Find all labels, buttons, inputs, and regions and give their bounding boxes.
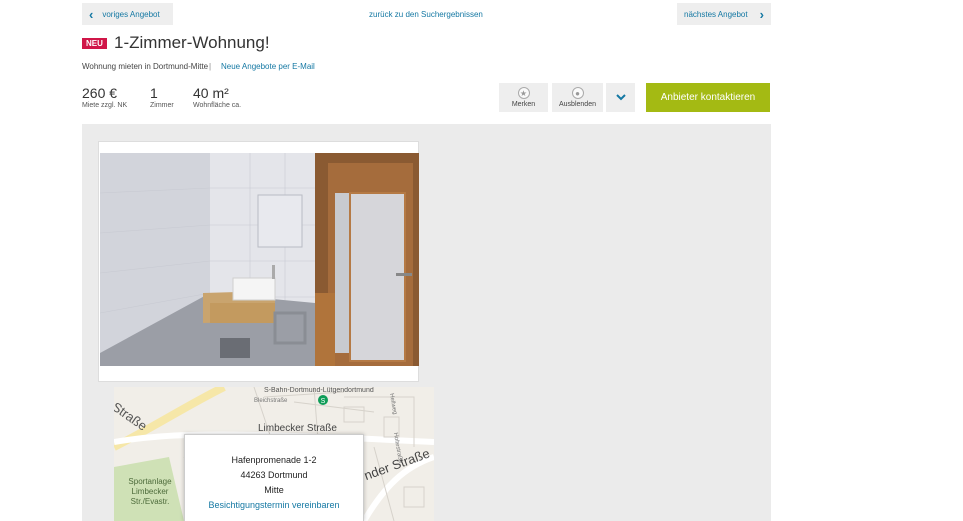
lock-icon: ● bbox=[571, 87, 584, 99]
listing-subtitle: Wohnung mieten in Dortmund-Mitte bbox=[82, 62, 209, 71]
map-park-line: Limbecker bbox=[131, 487, 169, 496]
more-options-button[interactable] bbox=[606, 83, 635, 112]
address-street: Hafenpromenade 1-2 bbox=[231, 455, 317, 465]
chevron-left-icon: ‹ bbox=[89, 6, 94, 22]
chevron-right-icon: › bbox=[759, 6, 764, 22]
address-popup: Hafenpromenade 1-2 44263 Dortmund Mitte … bbox=[184, 434, 364, 521]
map-station-label: S-Bahn-Dortmund-Lütgendortmund bbox=[264, 387, 374, 394]
rent-label: Miete zzgl. NK bbox=[82, 102, 128, 109]
next-offer-button[interactable]: nächstes Angebot › bbox=[677, 3, 771, 25]
area-value: 40 m² bbox=[193, 85, 229, 101]
hide-label: Ausblenden bbox=[559, 101, 596, 108]
subtitle-separator: | bbox=[209, 62, 212, 71]
address-district: Mitte bbox=[264, 485, 284, 495]
email-alert-link[interactable]: Neue Angebote per E-Mail bbox=[221, 62, 315, 71]
address-city: 44263 Dortmund bbox=[240, 470, 308, 480]
map-park-label: Sportanlage Limbecker Str./Evastr. bbox=[120, 477, 180, 507]
previous-offer-label: voriges Angebot bbox=[102, 9, 160, 19]
listing-photo[interactable] bbox=[98, 141, 419, 382]
rooms-label: Zimmer bbox=[150, 102, 174, 109]
map-park-line: Str./Evastr. bbox=[130, 497, 170, 506]
save-button[interactable]: ★ Merken bbox=[499, 83, 548, 112]
star-icon: ★ bbox=[517, 87, 530, 99]
save-label: Merken bbox=[511, 101, 536, 108]
bathroom-photo-image bbox=[100, 153, 419, 366]
map-street-limbecker: Limbecker Straße bbox=[258, 423, 337, 434]
page-title: 1-Zimmer-Wohnung! bbox=[114, 33, 270, 52]
chevron-down-icon bbox=[615, 94, 626, 101]
map-street-bleich: Bleichstraße bbox=[254, 398, 288, 404]
svg-text:S: S bbox=[321, 398, 326, 405]
back-to-results-link[interactable]: zurück zu den Suchergebnissen bbox=[369, 10, 483, 19]
appointment-link[interactable]: Besichtigungstermin vereinbaren bbox=[208, 500, 339, 510]
next-offer-label: nächstes Angebot bbox=[684, 9, 748, 19]
new-badge: NEU bbox=[82, 38, 107, 49]
map-park-line: Sportanlage bbox=[128, 477, 172, 486]
hide-button[interactable]: ● Ausblenden bbox=[552, 83, 603, 112]
contact-provider-button[interactable]: Anbieter kontaktieren bbox=[646, 83, 770, 112]
rent-value: 260 € bbox=[82, 85, 118, 101]
area-label: Wohnfläche ca. bbox=[193, 102, 242, 109]
previous-offer-button[interactable]: ‹ voriges Angebot bbox=[82, 3, 173, 25]
rooms-value: 1 bbox=[150, 85, 158, 101]
